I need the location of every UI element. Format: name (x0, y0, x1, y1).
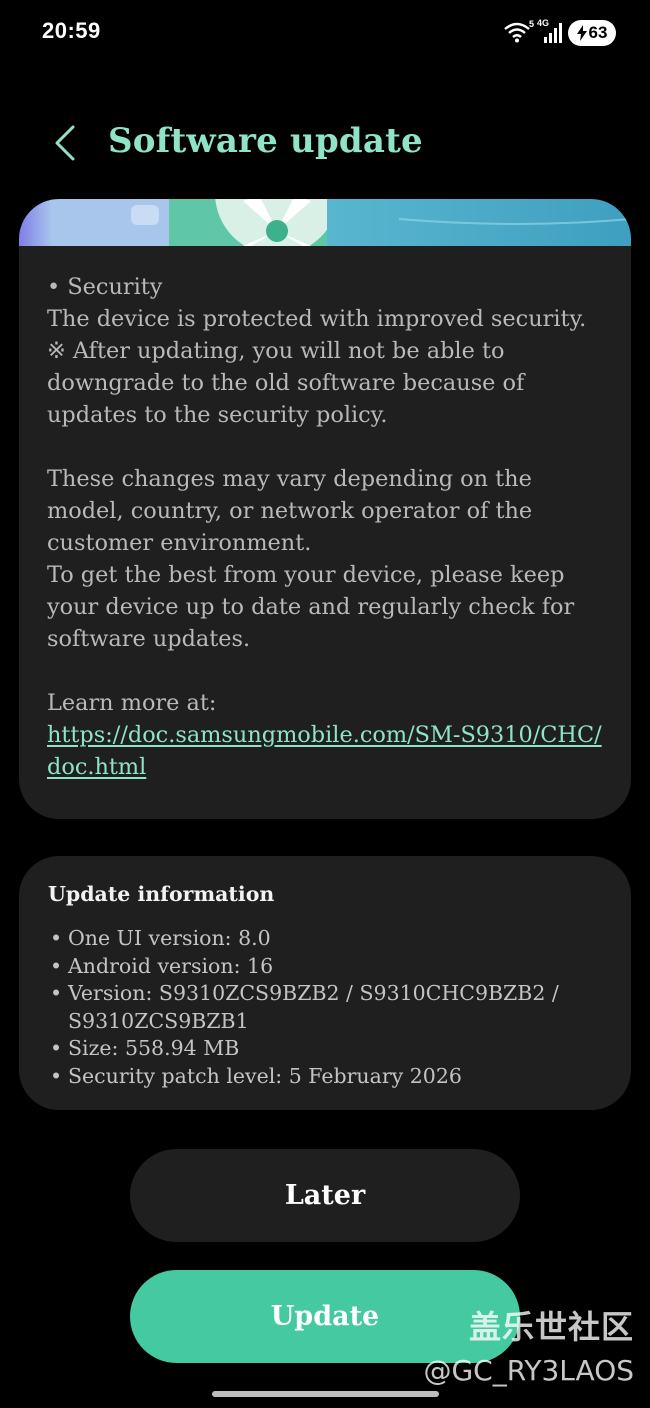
security-heading: • Security (47, 274, 163, 300)
status-icons: 5 4G 63 (504, 18, 616, 46)
banner-image (19, 199, 631, 246)
wifi-icon: 5 (504, 19, 534, 45)
info-item-android-version: Android version: 16 (48, 953, 608, 981)
watermark-handle: @GC_RY3LAOS (423, 1354, 634, 1387)
status-bar: 20:59 5 4G 63 (0, 0, 650, 66)
signal-icon: 4G (537, 18, 562, 45)
page-title: Software update (108, 121, 423, 161)
disclaimer-text: These changes may vary depending on the … (47, 466, 575, 652)
chevron-left-icon (55, 125, 75, 161)
learn-more-label: Learn more at: (47, 690, 217, 716)
update-info-card: Update information One UI version: 8.0 A… (19, 856, 631, 1110)
battery-indicator: 63 (568, 20, 616, 46)
update-info-list: One UI version: 8.0 Android version: 16 … (48, 925, 608, 1091)
learn-more-link[interactable]: https://doc.samsungmobile.com/SM-S9310/C… (47, 719, 613, 783)
app-header: Software update (0, 112, 650, 176)
watermark-site: 盖乐世社区 (468, 1308, 634, 1346)
watermark: 盖乐世社区 @GC_RY3LAOS (423, 1302, 634, 1387)
release-notes-body: • Security The device is protected with … (47, 271, 613, 783)
bolt-icon (576, 25, 587, 41)
security-text: The device is protected with improved se… (47, 306, 587, 428)
back-button[interactable] (40, 118, 90, 168)
later-button[interactable]: Later (130, 1149, 520, 1242)
gesture-nav-handle[interactable] (212, 1391, 439, 1397)
status-time: 20:59 (42, 18, 101, 43)
battery-level: 63 (588, 23, 608, 42)
wifi-badge: 5 (528, 19, 534, 29)
info-item-one-ui-version: One UI version: 8.0 (48, 925, 608, 953)
network-label: 4G (537, 18, 550, 28)
update-info-title: Update information (48, 882, 275, 906)
info-item-build-version: Version: S9310ZCS9BZB2 / S9310CHC9BZB2 /… (48, 980, 608, 1035)
release-notes-card[interactable]: • Security The device is protected with … (19, 199, 631, 819)
info-item-size: Size: 558.94 MB (48, 1035, 608, 1063)
info-item-security-patch: Security patch level: 5 February 2026 (48, 1063, 608, 1091)
